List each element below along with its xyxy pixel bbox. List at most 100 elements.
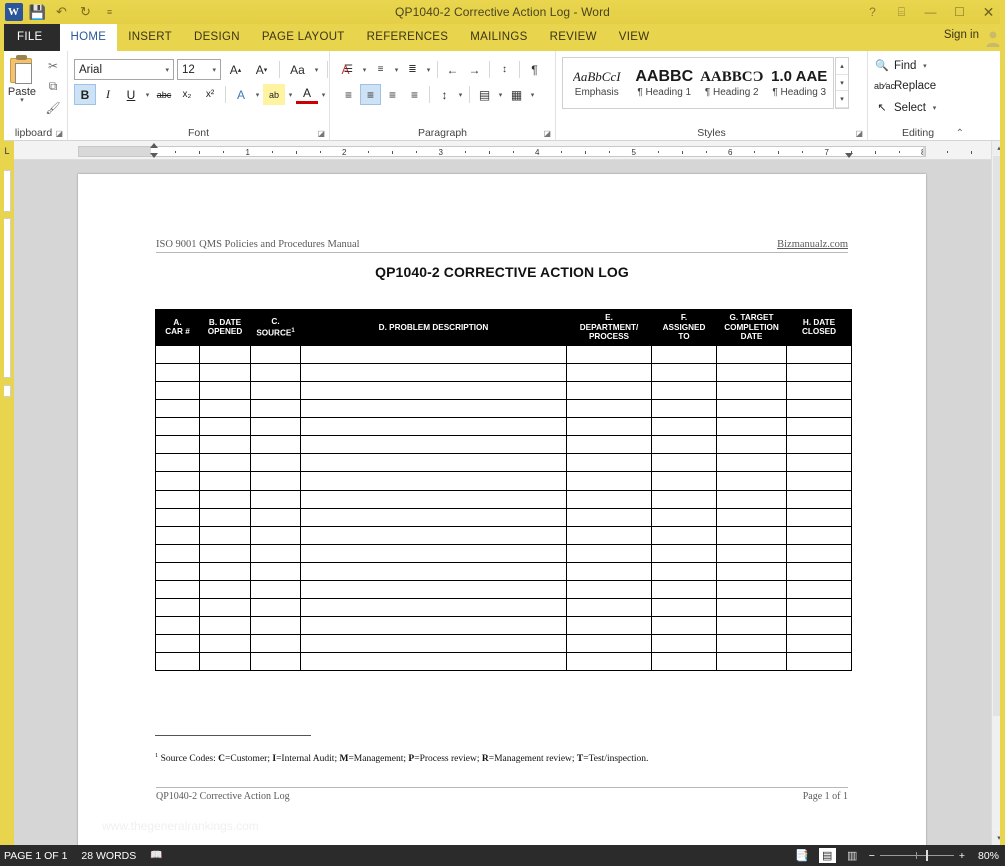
subscript-button[interactable]: x₂: [176, 84, 198, 105]
table-cell[interactable]: [300, 380, 567, 401]
table-cell[interactable]: [155, 507, 200, 527]
table-cell[interactable]: [250, 634, 301, 654]
chevron-down-icon[interactable]: ▾: [496, 91, 505, 99]
table-row[interactable]: [155, 453, 852, 473]
table-row[interactable]: [155, 543, 852, 563]
table-cell[interactable]: [651, 616, 717, 636]
sign-in-button[interactable]: Sign in: [944, 29, 979, 41]
zoom-level[interactable]: 80%: [973, 850, 999, 862]
table-cell[interactable]: [716, 616, 787, 636]
read-mode-icon[interactable]: 📑: [794, 848, 811, 863]
italic-button[interactable]: I: [97, 84, 119, 105]
tab-view[interactable]: VIEW: [608, 24, 661, 51]
table-cell[interactable]: [155, 417, 200, 437]
table-cell[interactable]: [155, 489, 200, 509]
table-cell[interactable]: [155, 652, 200, 672]
table-cell[interactable]: [566, 652, 652, 672]
copy-icon[interactable]: ⧉: [42, 76, 64, 97]
table-cell[interactable]: [566, 634, 652, 654]
table-cell[interactable]: [566, 525, 652, 545]
table-cell[interactable]: [155, 561, 200, 582]
maximize-icon[interactable]: ☐: [945, 1, 974, 23]
table-cell[interactable]: [651, 399, 717, 419]
table-cell[interactable]: [199, 543, 251, 563]
table-cell[interactable]: [716, 489, 787, 509]
table-cell[interactable]: [786, 362, 852, 382]
chevron-down-icon[interactable]: ▾: [253, 91, 262, 99]
table-cell[interactable]: [786, 417, 852, 437]
table-cell[interactable]: [786, 634, 852, 654]
table-cell[interactable]: [566, 344, 652, 364]
table-cell[interactable]: [716, 525, 787, 545]
table-cell[interactable]: [786, 561, 852, 582]
table-row[interactable]: [155, 634, 852, 654]
align-right-icon[interactable]: ≡: [382, 84, 403, 105]
table-cell[interactable]: [250, 471, 301, 491]
align-left-icon[interactable]: ≡: [338, 84, 359, 105]
table-cell[interactable]: [300, 399, 567, 419]
table-cell[interactable]: [155, 543, 200, 563]
find-button[interactable]: 🔍 Find ▾: [874, 59, 929, 73]
paste-dropdown-icon[interactable]: ▾: [4, 97, 40, 104]
table-cell[interactable]: [199, 598, 251, 618]
paste-button[interactable]: Paste ▾: [4, 55, 40, 104]
tab-insert[interactable]: INSERT: [117, 24, 183, 51]
table-cell[interactable]: [786, 399, 852, 419]
table-cell[interactable]: [651, 652, 717, 672]
table-cell[interactable]: [199, 561, 251, 582]
table-cell[interactable]: [786, 435, 852, 455]
table-cell[interactable]: [250, 561, 301, 582]
table-cell[interactable]: [651, 344, 717, 364]
table-row[interactable]: [155, 417, 852, 437]
show-formatting-marks-icon[interactable]: ¶: [524, 59, 545, 80]
table-row[interactable]: [155, 471, 852, 491]
table-cell[interactable]: [566, 616, 652, 636]
chevron-down-icon[interactable]: ▾: [920, 62, 929, 70]
table-cell[interactable]: [300, 417, 567, 437]
table-cell[interactable]: [300, 579, 567, 600]
table-row[interactable]: [155, 652, 852, 672]
table-cell[interactable]: [250, 362, 301, 382]
customize-qat-icon[interactable]: ≡: [99, 2, 120, 22]
table-cell[interactable]: [199, 380, 251, 401]
table-cell[interactable]: [716, 652, 787, 672]
table-cell[interactable]: [566, 489, 652, 509]
ribbon-display-options-icon[interactable]: ⌸: [887, 1, 916, 23]
chevron-down-icon[interactable]: ▾: [210, 66, 218, 74]
table-cell[interactable]: [199, 453, 251, 473]
multilevel-list-icon[interactable]: ≣: [402, 59, 423, 80]
table-cell[interactable]: [300, 543, 567, 563]
table-cell[interactable]: [716, 598, 787, 618]
table-cell[interactable]: [566, 453, 652, 473]
text-effects-icon[interactable]: A: [230, 84, 252, 105]
table-cell[interactable]: [155, 435, 200, 455]
zoom-out-button[interactable]: −: [869, 850, 875, 862]
table-cell[interactable]: [651, 598, 717, 618]
font-size-input[interactable]: 12 ▾: [177, 59, 221, 80]
table-cell[interactable]: [786, 507, 852, 527]
table-cell[interactable]: [716, 344, 787, 364]
font-color-icon[interactable]: A: [296, 86, 318, 104]
shrink-font-icon[interactable]: A ▾: [250, 59, 273, 80]
corrective-action-log-table[interactable]: A. CAR # B. DATE OPENED C. SOURCE1 D. PROBLEM …: [155, 309, 852, 672]
table-cell[interactable]: [250, 616, 301, 636]
table-cell[interactable]: [786, 598, 852, 618]
table-row[interactable]: [155, 399, 852, 419]
table-cell[interactable]: [155, 598, 200, 618]
table-row[interactable]: [155, 579, 852, 600]
increase-indent-icon[interactable]: →: [464, 59, 485, 80]
table-cell[interactable]: [155, 344, 200, 364]
table-row[interactable]: [155, 561, 852, 582]
document-canvas[interactable]: ISO 9001 QMS Policies and Procedures Man…: [14, 160, 991, 845]
table-cell[interactable]: [300, 453, 567, 473]
table-cell[interactable]: [716, 507, 787, 527]
table-row[interactable]: [155, 344, 852, 364]
table-cell[interactable]: [199, 634, 251, 654]
table-cell[interactable]: [566, 543, 652, 563]
table-cell[interactable]: [716, 543, 787, 563]
table-cell[interactable]: [155, 453, 200, 473]
table-cell[interactable]: [786, 652, 852, 672]
table-cell[interactable]: [786, 471, 852, 491]
table-cell[interactable]: [716, 579, 787, 600]
chevron-down-icon[interactable]: ▾: [456, 91, 465, 99]
